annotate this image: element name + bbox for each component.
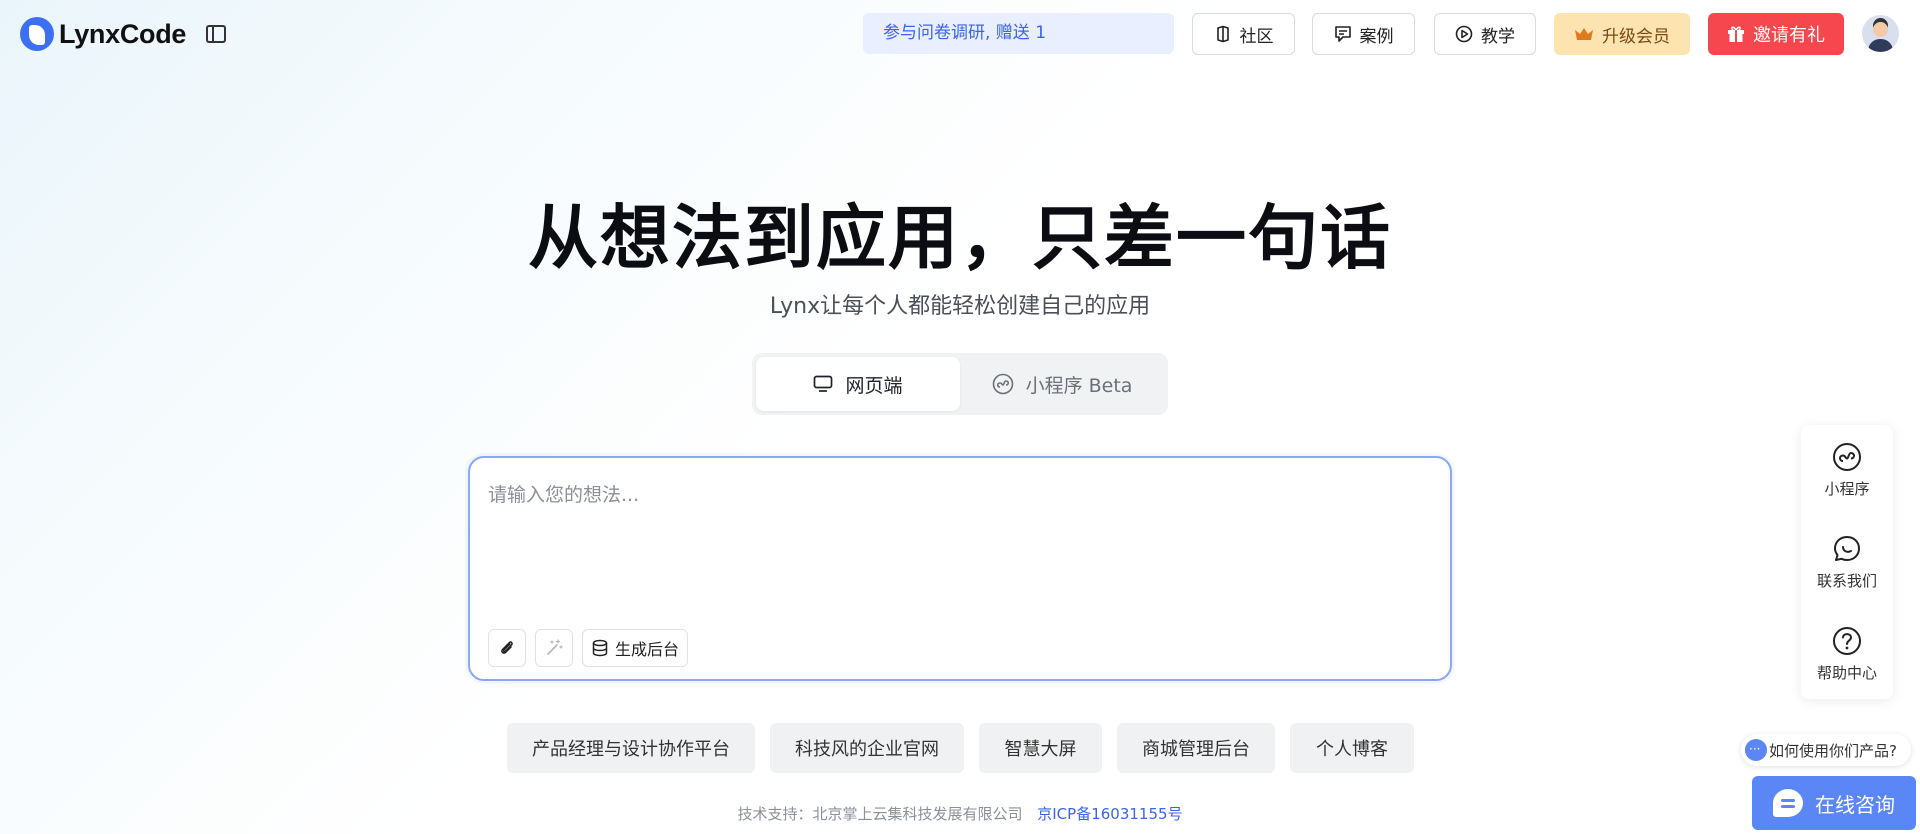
logo[interactable]: LynxCode: [20, 15, 186, 53]
help-bubble-text: 如何使用你们产品?: [1769, 741, 1897, 760]
mini-program-icon: [992, 373, 1014, 395]
monitor-icon: [813, 375, 833, 393]
floating-side-panel: 小程序 联系我们 帮助中心: [1801, 425, 1893, 699]
attach-button[interactable]: [488, 629, 526, 667]
icp-link[interactable]: 京ICP备16031155号: [1037, 805, 1182, 823]
crown-icon: [1574, 26, 1594, 42]
online-consult-button[interactable]: 在线咨询: [1752, 776, 1916, 830]
logo-text: LynxCode: [59, 18, 187, 49]
idea-prompt-box: 生成后台: [468, 456, 1452, 681]
upgrade-member-button[interactable]: 升级会员: [1554, 13, 1690, 55]
idea-input[interactable]: [488, 480, 1428, 590]
tech-support-text: 技术支持：北京掌上云集科技发展有限公司: [737, 805, 1023, 823]
nav-tutorial-label: 教学: [1481, 26, 1515, 47]
float-contact-us[interactable]: 联系我们: [1801, 534, 1893, 591]
paperclip-icon: [498, 639, 516, 657]
template-suggestions: 产品经理与设计协作平台 科技风的企业官网 智慧大屏 商城管理后台 个人博客: [0, 723, 1920, 773]
help-circle-icon: [1832, 626, 1862, 656]
float-contact-us-label: 联系我们: [1816, 572, 1877, 590]
chat-dots-icon: [1745, 739, 1767, 761]
magic-wand-button[interactable]: [535, 629, 573, 667]
play-circle-icon: [1455, 25, 1473, 43]
nav-cases-label: 案例: [1359, 26, 1394, 47]
user-avatar[interactable]: [1862, 15, 1899, 52]
note-icon: [1334, 25, 1352, 43]
online-consult-label: 在线咨询: [1815, 792, 1895, 817]
nav-community-label: 社区: [1239, 26, 1274, 47]
tab-mini-program[interactable]: 小程序 Beta: [960, 357, 1164, 411]
book-icon: [1214, 25, 1232, 43]
upgrade-member-label: 升级会员: [1602, 26, 1670, 47]
template-chip[interactable]: 商城管理后台: [1117, 723, 1275, 773]
tab-web[interactable]: 网页端: [756, 357, 960, 411]
float-help-center[interactable]: 帮助中心: [1801, 626, 1893, 683]
gift-icon: [1727, 25, 1745, 43]
generate-backend-label: 生成后台: [614, 640, 679, 659]
template-chip[interactable]: 科技风的企业官网: [770, 723, 964, 773]
tab-mini-program-label: 小程序 Beta: [1025, 374, 1133, 397]
nav-cases-button[interactable]: 案例: [1312, 13, 1415, 55]
hero-subtitle: Lynx让每个人都能轻松创建自己的应用: [769, 294, 1151, 319]
template-chip[interactable]: 个人博客: [1290, 723, 1414, 773]
nav-tutorial-button[interactable]: 教学: [1434, 13, 1536, 55]
top-header: LynxCode 参与问卷调研, 赠送 1 社区 案例 教学 升级会员 邀请有礼: [0, 0, 1920, 68]
generate-backend-button[interactable]: 生成后台: [582, 629, 688, 667]
platform-tabs: 网页端 小程序 Beta: [752, 353, 1168, 415]
mini-program-icon: [1832, 442, 1862, 472]
tab-web-label: 网页端: [845, 374, 903, 397]
lynx-logo-icon: [20, 17, 54, 51]
chat-bubble-icon: [1832, 534, 1862, 564]
hero-title: 从想法到应用，只差一句话: [528, 197, 1392, 279]
magic-wand-icon: [545, 639, 563, 657]
invite-gift-button[interactable]: 邀请有礼: [1708, 13, 1844, 55]
template-chip[interactable]: 智慧大屏: [979, 723, 1102, 773]
survey-banner[interactable]: 参与问卷调研, 赠送 1: [863, 13, 1174, 54]
database-icon: [591, 639, 609, 657]
float-mini-program[interactable]: 小程序: [1801, 442, 1893, 499]
template-chip[interactable]: 产品经理与设计协作平台: [507, 723, 755, 773]
sidebar-toggle-icon[interactable]: [206, 25, 226, 43]
chat-icon: [1773, 789, 1803, 817]
float-mini-program-label: 小程序: [1824, 480, 1870, 498]
nav-community-button[interactable]: 社区: [1192, 13, 1295, 55]
help-question-bubble[interactable]: 如何使用你们产品?: [1741, 734, 1911, 766]
footer: 技术支持：北京掌上云集科技发展有限公司 京ICP备16031155号: [0, 803, 1920, 824]
float-help-center-label: 帮助中心: [1816, 664, 1877, 682]
invite-gift-label: 邀请有礼: [1753, 25, 1825, 46]
